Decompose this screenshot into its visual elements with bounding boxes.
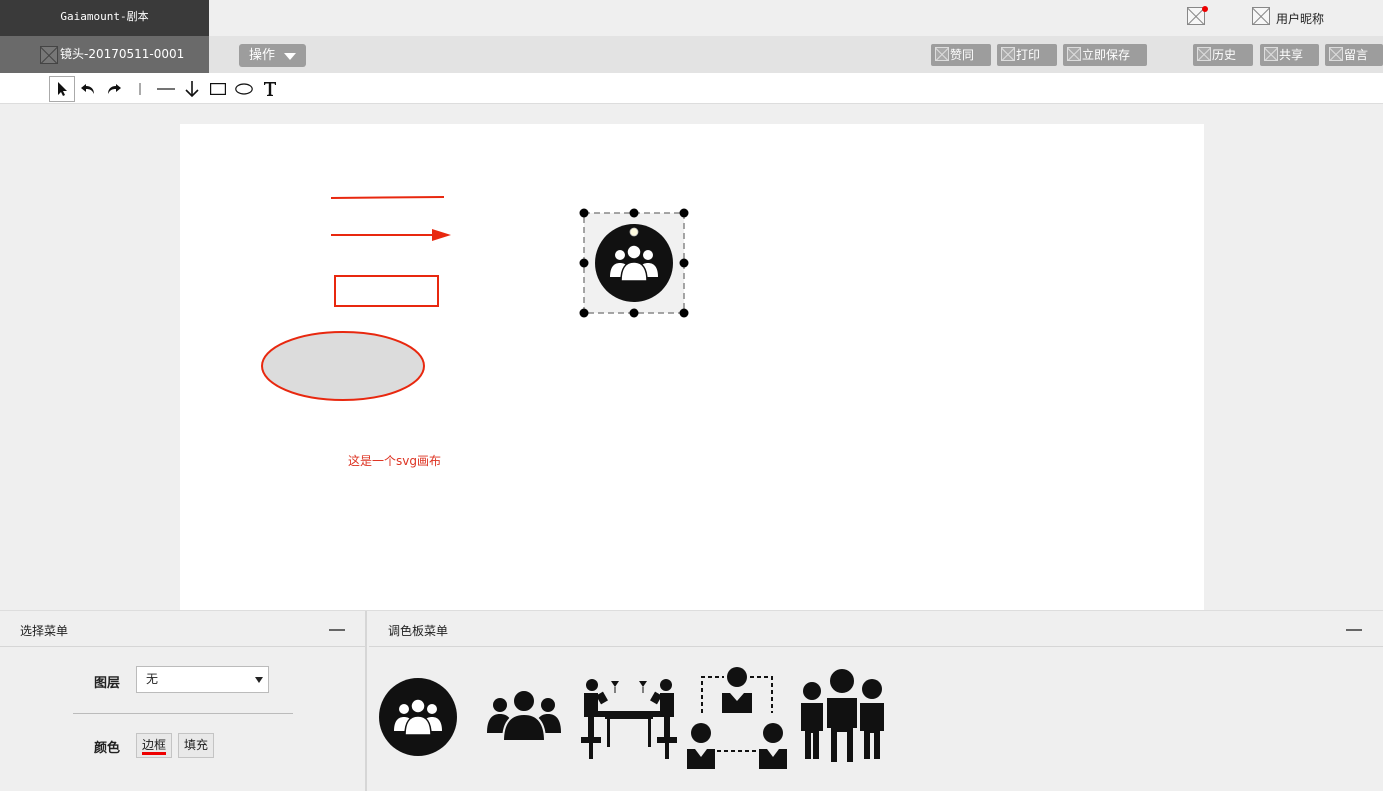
horizontal-line-icon — [157, 88, 175, 90]
vertical-line-icon — [139, 83, 141, 95]
redo-icon — [108, 84, 121, 94]
rectangle-icon — [210, 83, 226, 95]
caret-down-icon — [284, 53, 296, 60]
dropdown-caret-icon — [255, 677, 263, 683]
fill-button-label: 填充 — [184, 738, 209, 752]
palette-menu-header: 调色板菜单 — [369, 611, 1383, 647]
select-menu-panel: 选择菜单 图层 无 颜色 边框 填充 — [0, 611, 367, 791]
top-bar: Gaiamount-剧本 用户昵称 — [0, 0, 1383, 36]
agree-icon — [935, 47, 949, 61]
select-menu-title: 选择菜单 — [20, 624, 69, 638]
minimize-icon[interactable] — [329, 629, 345, 631]
border-button-label: 边框 — [142, 738, 167, 752]
meeting-table-icon[interactable] — [581, 677, 677, 761]
canvas-arrowhead — [432, 229, 451, 241]
share-label: 共享 — [1279, 48, 1304, 62]
minimize-icon[interactable] — [1346, 629, 1362, 631]
canvas-line-shape[interactable] — [330, 196, 445, 199]
group-icon[interactable] — [487, 689, 561, 745]
save-icon — [1067, 47, 1081, 61]
undo-icon — [81, 84, 94, 94]
border-color-swatch — [142, 752, 166, 755]
svg-canvas[interactable]: 这是一个svg画布 — [180, 124, 1204, 610]
canvas-text-label[interactable]: 这是一个svg画布 — [348, 452, 441, 469]
notification-dot — [1202, 6, 1208, 12]
palette-menu-panel: 调色板菜单 — [369, 611, 1383, 791]
family-icon[interactable] — [797, 667, 887, 765]
rectangle-tool[interactable] — [205, 76, 231, 102]
vertical-line-tool[interactable] — [127, 76, 153, 102]
layer-select[interactable]: 无 — [136, 666, 269, 693]
share-button[interactable]: 共享 — [1260, 44, 1319, 66]
agree-label: 赞同 — [950, 48, 975, 62]
horizontal-line-tool[interactable] — [153, 76, 179, 102]
print-label: 打印 — [1016, 48, 1041, 62]
canvas-ellipse-shape[interactable] — [261, 331, 425, 401]
share-icon — [1264, 47, 1278, 61]
shot-label: 镜头-20170511-0001 — [60, 47, 185, 61]
pointer-icon — [58, 82, 67, 96]
group-circle-icon[interactable] — [378, 677, 458, 757]
color-label: 颜色 — [94, 741, 121, 756]
arrow-tool[interactable] — [179, 76, 205, 102]
divider — [73, 713, 293, 714]
border-color-button[interactable]: 边框 — [136, 733, 172, 758]
history-button[interactable]: 历史 — [1193, 44, 1253, 66]
ellipse-icon — [235, 83, 253, 95]
message-button[interactable]: 留言 — [1325, 44, 1383, 66]
ellipse-tool[interactable] — [231, 76, 257, 102]
layer-select-value: 无 — [146, 672, 159, 686]
history-label: 历史 — [1212, 48, 1237, 62]
select-menu-header: 选择菜单 — [0, 611, 365, 647]
print-button[interactable]: 打印 — [997, 44, 1057, 66]
text-icon — [264, 82, 276, 96]
network-people-icon[interactable] — [687, 667, 787, 769]
redo-tool[interactable] — [101, 76, 127, 102]
drawing-toolbar — [0, 73, 1383, 104]
app-title: Gaiamount-剧本 — [0, 0, 209, 36]
arrow-down-icon — [185, 81, 199, 98]
selected-group-icon[interactable] — [583, 212, 685, 314]
canvas-rectangle-shape[interactable] — [334, 275, 439, 307]
palette-menu-title: 调色板菜单 — [388, 624, 449, 638]
message-label: 留言 — [1344, 48, 1369, 62]
history-icon — [1197, 47, 1211, 61]
select-pointer-tool[interactable] — [49, 76, 75, 102]
text-tool[interactable] — [257, 76, 283, 102]
layer-label: 图层 — [94, 676, 121, 691]
fill-color-button[interactable]: 填充 — [178, 733, 214, 758]
print-icon — [1001, 47, 1015, 61]
shot-thumbnail-icon — [40, 46, 58, 64]
user-avatar-icon[interactable] — [1252, 7, 1270, 25]
undo-tool[interactable] — [75, 76, 101, 102]
operations-dropdown-button[interactable]: 操作 — [239, 44, 306, 67]
shot-tab[interactable]: 镜头-20170511-0001 — [0, 36, 209, 73]
operations-label: 操作 — [249, 48, 276, 63]
agree-button[interactable]: 赞同 — [931, 44, 991, 66]
save-now-button[interactable]: 立即保存 — [1063, 44, 1147, 66]
action-bar: 镜头-20170511-0001 操作 赞同 打印 立即保存 历史 共享 留言 — [0, 36, 1383, 73]
user-name[interactable]: 用户昵称 — [1276, 10, 1324, 27]
message-icon — [1329, 47, 1343, 61]
save-now-label: 立即保存 — [1082, 48, 1131, 62]
bottom-panels: 选择菜单 图层 无 颜色 边框 填充 调色板菜单 — [0, 610, 1383, 791]
